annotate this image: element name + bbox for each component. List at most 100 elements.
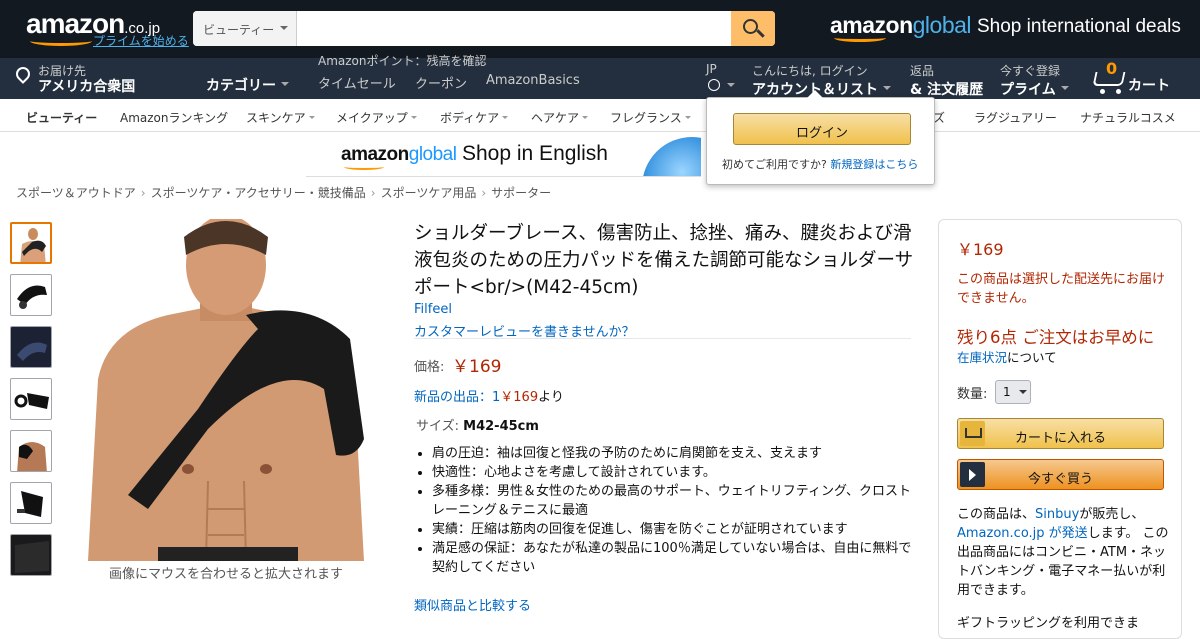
brace-icon — [17, 285, 47, 309]
thumbnail-image[interactable] — [10, 274, 52, 316]
prime-menu[interactable]: 今すぐ登録 プライム — [1000, 62, 1069, 99]
thumbnail-image[interactable] — [10, 378, 52, 420]
cart-wheel — [1116, 89, 1121, 94]
login-button[interactable]: ログイン — [733, 113, 911, 145]
subnav-label: スキンケア — [246, 111, 306, 125]
fulfiller-link[interactable]: Amazon.co.jp が発送 — [957, 526, 1088, 541]
category-label: カテゴリー — [206, 78, 276, 94]
feature-bullets: 肩の圧迫：袖は回復と怪我の予防のために肩関節を支え、支えます 快適性：心地よさを… — [432, 444, 912, 577]
buybox-price: ￥169 — [957, 240, 1004, 259]
gift-wrap-info: ギフトラッピングを利用できま — [957, 616, 1140, 631]
product-title: ショルダーブレース、傷害防止、捻挫、痛み、腱炎および滑液包炎のための圧力パッドを… — [414, 223, 914, 298]
search-button[interactable] — [731, 11, 775, 46]
cart-icon — [1092, 72, 1126, 86]
seller-link[interactable]: Sinbuy — [1035, 507, 1079, 522]
fabric-icon — [11, 535, 51, 575]
feature-bullet: 多種多様：男性＆女性のための最高のサポート、ウェイトリフティング、クロストレーニ… — [432, 482, 912, 520]
nav-link-timesale[interactable]: タイムセール — [318, 73, 396, 92]
add-to-cart-label: カートに入れる — [1014, 431, 1106, 446]
prime-signup-label: 今すぐ登録 — [1000, 64, 1061, 78]
divider — [414, 338, 911, 339]
nav-link-amazonbasics[interactable]: AmazonBasics — [486, 73, 580, 88]
register-link[interactable]: 新規登録はこちら — [830, 158, 918, 171]
breadcrumb-item[interactable]: スポーツ＆アウトドア — [16, 186, 136, 200]
search-category-dropdown[interactable]: ビューティー — [193, 11, 297, 46]
thumbnail-image[interactable] — [10, 430, 52, 472]
cart-wheel — [1100, 89, 1105, 94]
subnav-item-luxury[interactable]: ラグジュアリー — [974, 109, 1057, 126]
subnav-item-beauty[interactable]: ビューティー — [26, 109, 97, 126]
brace-icon — [11, 327, 51, 367]
logo-smile-icon — [30, 36, 92, 46]
back-view-icon — [17, 442, 47, 471]
buy-now-button[interactable]: 今すぐ買う — [957, 459, 1164, 490]
shop-in-english-banner[interactable]: amazonglobal Shop in English — [306, 134, 701, 177]
quantity-select[interactable]: 1 — [995, 380, 1031, 404]
points-link[interactable]: Amazonポイント：残高を確認 — [318, 52, 487, 69]
subnav-label: ボディケア — [440, 111, 500, 125]
product-main-image[interactable] — [88, 219, 364, 561]
quantity-label: 数量: — [957, 387, 988, 402]
new-offers-text: 新品の出品：1 — [414, 390, 501, 405]
thumbnail-image[interactable] — [10, 534, 52, 576]
language-selector[interactable]: JP — [706, 62, 717, 76]
search-input[interactable] — [297, 11, 731, 46]
subnav-item-fragrance[interactable]: フレグランス — [610, 109, 691, 126]
chevron-right-icon: › — [140, 186, 146, 200]
subnav-item-ranking[interactable]: Amazonランキング — [120, 109, 228, 126]
seller-info: この商品は、Sinbuyが販売し、Amazon.co.jp が発送します。 この… — [957, 505, 1169, 600]
prime-label: プライム — [1000, 79, 1069, 99]
chevron-down-icon — [281, 82, 289, 90]
zoom-hint: 画像にマウスを合わせると拡大されます — [108, 567, 343, 582]
shipping-warning: この商品は選択した配送先にお届けできません。 — [957, 272, 1166, 306]
stock-link[interactable]: 在庫状況 — [957, 350, 1007, 365]
banner-smile-icon — [344, 164, 384, 170]
chevron-down-icon — [308, 115, 315, 122]
add-to-cart-button[interactable]: カートに入れる — [957, 418, 1164, 449]
chevron-down-icon — [1060, 86, 1069, 94]
search-bar: ビューティー — [193, 11, 775, 46]
chevron-down-icon — [280, 26, 288, 34]
thumbnail-image[interactable] — [10, 222, 52, 264]
prime-trial-link[interactable]: プライムを始める — [93, 32, 189, 49]
buy-box: ￥169 この商品は選択した配送先にお届けできません。 残り6点 ご注文はお早め… — [938, 219, 1182, 639]
size-value: M42-45cm — [463, 419, 539, 434]
thumbnail-image[interactable] — [10, 482, 52, 524]
stock-info: 在庫状況について — [957, 347, 1057, 366]
orders-link[interactable]: 返品 & 注文履歴 — [910, 62, 983, 99]
banner-logo-a: amazon — [341, 144, 409, 165]
chevron-down-icon — [410, 115, 417, 122]
intl-deals-link[interactable]: Shop international deals — [977, 16, 1181, 38]
deliver-country: アメリカ合衆国 — [38, 79, 136, 95]
chevron-right-icon: › — [370, 186, 376, 200]
breadcrumb-item[interactable]: スポーツケア用品 — [381, 186, 477, 200]
feature-bullet: 肩の圧迫：袖は回復と怪我の予防のために肩関節を支え、支えます — [432, 444, 912, 463]
subnav-label: ヘアケア — [531, 111, 580, 125]
new-customer-label: 初めてご利用ですか? — [722, 158, 827, 171]
brand-link[interactable]: Filfeel — [414, 302, 452, 317]
subnav-label: フレグランス — [610, 111, 682, 125]
new-offers-link[interactable]: 新品の出品：1￥169より — [414, 386, 564, 405]
cart-icon — [960, 421, 985, 446]
breadcrumb-item[interactable]: サポーター — [491, 186, 551, 200]
breadcrumb-item[interactable]: スポーツケア・アクセサリー・競技備品 — [151, 186, 366, 200]
subnav-item-bodycare[interactable]: ボディケア — [440, 109, 509, 126]
size-label: サイズ: — [416, 419, 459, 434]
compare-similar-link[interactable]: 類似商品と比較する — [414, 595, 531, 614]
nav-link-coupon[interactable]: クーポン — [415, 73, 467, 92]
model-wearing-brace-image — [88, 219, 364, 561]
stock-status: 残り6点 ご注文はお早めに — [957, 328, 1155, 347]
subnav-item-natural[interactable]: ナチュラルコスメ — [1080, 109, 1176, 126]
new-offers-price: ￥169 — [500, 390, 539, 405]
chevron-down-icon — [582, 115, 589, 122]
thumbnail-image[interactable] — [10, 326, 52, 368]
feature-bullet: 快適性：心地よさを考慮して設計されています。 — [432, 463, 912, 482]
subnav-item-makeup[interactable]: メイクアップ — [336, 109, 417, 126]
chevron-down-icon — [1019, 390, 1027, 398]
cart-button[interactable]: 0 カート — [1090, 58, 1180, 98]
category-menu[interactable]: カテゴリー — [206, 75, 289, 95]
subnav-item-haircare[interactable]: ヘアケア — [531, 109, 589, 126]
subnav-item-skincare[interactable]: スキンケア — [246, 109, 315, 126]
quantity-value: 1 — [1003, 385, 1011, 399]
globe-icon — [642, 137, 701, 176]
